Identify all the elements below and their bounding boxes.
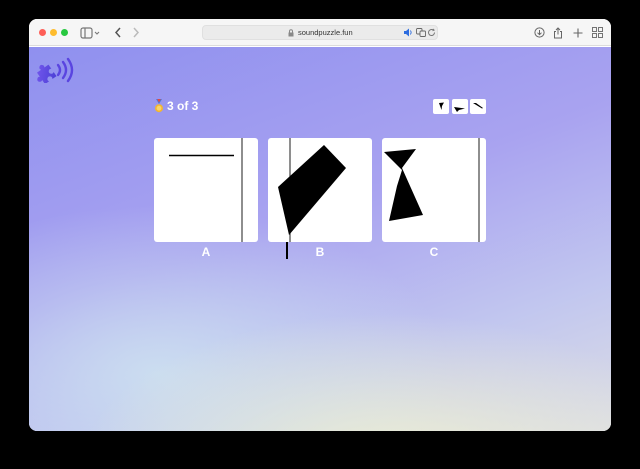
minimize-window-button[interactable] (50, 29, 57, 36)
option-label-b: B (315, 245, 325, 259)
medal-icon (155, 99, 163, 113)
page-content: 3 of 3 A B C (29, 47, 611, 431)
url-text: soundpuzzle.fun (298, 28, 353, 37)
option-label-a: A (201, 245, 211, 259)
option-card-c[interactable] (382, 138, 486, 242)
zoom-window-button[interactable] (61, 29, 68, 36)
forward-icon[interactable] (130, 25, 142, 40)
option-card-a[interactable] (154, 138, 258, 242)
option-card-b[interactable] (268, 138, 372, 242)
option-label-c: C (429, 245, 439, 259)
progress-text: 3 of 3 (167, 99, 199, 113)
new-tab-icon[interactable] (571, 25, 585, 40)
shape-clue-3[interactable] (470, 99, 486, 114)
translate-icon[interactable] (416, 28, 426, 37)
download-icon[interactable] (532, 25, 546, 40)
shape-clue-2[interactable] (452, 99, 468, 114)
reload-icon[interactable] (427, 28, 436, 37)
tab-overview-icon[interactable] (590, 25, 604, 40)
address-bar[interactable]: soundpuzzle.fun (202, 25, 438, 40)
back-icon[interactable] (112, 25, 124, 40)
share-icon[interactable] (551, 25, 565, 40)
browser-window: soundpuzzle.fun 3 of 3 A B C (29, 19, 611, 431)
puzzle-sound-logo[interactable] (36, 57, 76, 83)
progress-indicator: 3 of 3 (154, 98, 198, 114)
close-window-button[interactable] (39, 29, 46, 36)
shape-clue-1[interactable] (433, 99, 449, 114)
browser-toolbar: soundpuzzle.fun (29, 19, 611, 46)
sidebar-icon[interactable] (80, 25, 102, 40)
lock-icon (288, 29, 294, 37)
speaker-icon[interactable] (404, 28, 413, 37)
